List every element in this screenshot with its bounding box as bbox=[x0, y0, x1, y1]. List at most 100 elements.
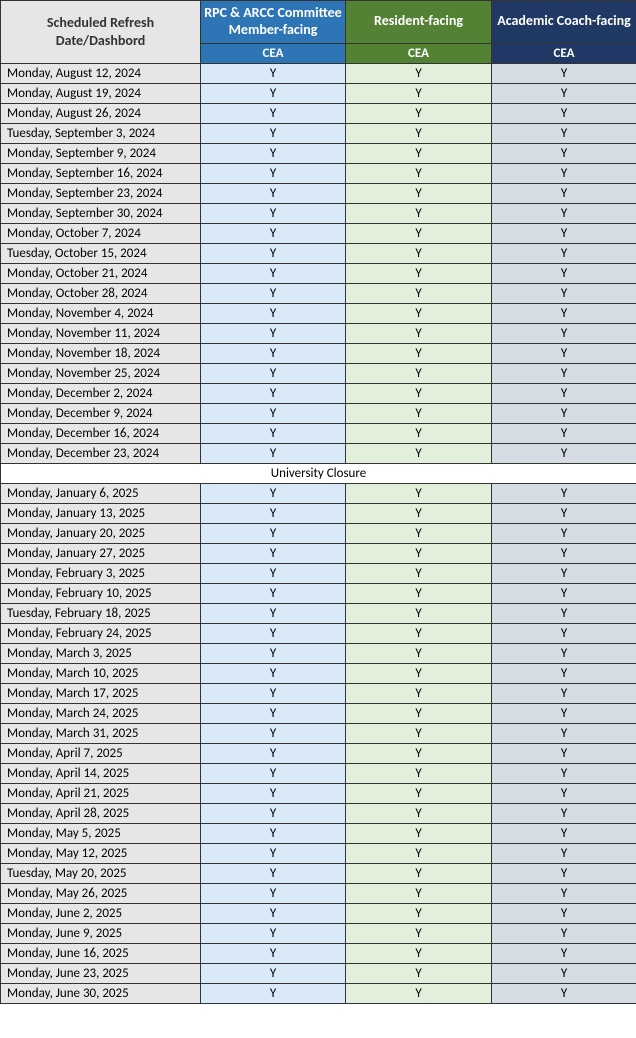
table-row: Monday, June 23, 2025YYY bbox=[1, 963, 636, 983]
value-cell: Y bbox=[492, 963, 636, 983]
value-cell: Y bbox=[492, 243, 636, 263]
value-cell: Y bbox=[346, 623, 492, 643]
value-cell: Y bbox=[346, 523, 492, 543]
table-row: Monday, January 6, 2025YYY bbox=[1, 483, 636, 503]
table-row: Monday, January 20, 2025YYY bbox=[1, 523, 636, 543]
value-cell: Y bbox=[201, 403, 346, 423]
value-cell: Y bbox=[346, 83, 492, 103]
date-cell: Tuesday, May 20, 2025 bbox=[1, 863, 201, 883]
value-cell: Y bbox=[346, 823, 492, 843]
value-cell: Y bbox=[201, 183, 346, 203]
date-cell: Monday, June 16, 2025 bbox=[1, 943, 201, 963]
value-cell: Y bbox=[201, 743, 346, 763]
date-cell: Monday, December 16, 2024 bbox=[1, 423, 201, 443]
value-cell: Y bbox=[201, 203, 346, 223]
value-cell: Y bbox=[201, 923, 346, 943]
table-row: Monday, March 3, 2025YYY bbox=[1, 643, 636, 663]
value-cell: Y bbox=[346, 543, 492, 563]
date-cell: Monday, October 28, 2024 bbox=[1, 283, 201, 303]
value-cell: Y bbox=[346, 583, 492, 603]
date-cell: Tuesday, October 15, 2024 bbox=[1, 243, 201, 263]
date-cell: Monday, May 12, 2025 bbox=[1, 843, 201, 863]
table-row: Monday, June 16, 2025YYY bbox=[1, 943, 636, 963]
value-cell: Y bbox=[346, 703, 492, 723]
value-cell: Y bbox=[201, 883, 346, 903]
value-cell: Y bbox=[492, 383, 636, 403]
value-cell: Y bbox=[201, 63, 346, 83]
date-cell: Monday, May 26, 2025 bbox=[1, 883, 201, 903]
date-cell: Monday, September 9, 2024 bbox=[1, 143, 201, 163]
value-cell: Y bbox=[492, 283, 636, 303]
value-cell: Y bbox=[201, 903, 346, 923]
date-cell: Monday, April 7, 2025 bbox=[1, 743, 201, 763]
date-cell: Monday, August 19, 2024 bbox=[1, 83, 201, 103]
value-cell: Y bbox=[346, 203, 492, 223]
value-cell: Y bbox=[492, 63, 636, 83]
date-cell: Monday, March 24, 2025 bbox=[1, 703, 201, 723]
date-cell: Monday, March 17, 2025 bbox=[1, 683, 201, 703]
value-cell: Y bbox=[201, 703, 346, 723]
table-row: Monday, September 16, 2024YYY bbox=[1, 163, 636, 183]
subheader-cea-3: CEA bbox=[492, 43, 636, 63]
value-cell: Y bbox=[201, 423, 346, 443]
value-cell: Y bbox=[201, 363, 346, 383]
value-cell: Y bbox=[346, 403, 492, 423]
refresh-schedule-table: Scheduled Refresh Date/Dashbord RPC & AR… bbox=[0, 0, 636, 1004]
value-cell: Y bbox=[346, 643, 492, 663]
value-cell: Y bbox=[201, 863, 346, 883]
date-cell: Monday, September 23, 2024 bbox=[1, 183, 201, 203]
value-cell: Y bbox=[346, 943, 492, 963]
value-cell: Y bbox=[492, 203, 636, 223]
table-row: Monday, January 27, 2025YYY bbox=[1, 543, 636, 563]
table-row: Monday, February 24, 2025YYY bbox=[1, 623, 636, 643]
value-cell: Y bbox=[346, 223, 492, 243]
value-cell: Y bbox=[346, 783, 492, 803]
value-cell: Y bbox=[346, 103, 492, 123]
value-cell: Y bbox=[346, 423, 492, 443]
date-cell: Monday, December 2, 2024 bbox=[1, 383, 201, 403]
value-cell: Y bbox=[492, 483, 636, 503]
value-cell: Y bbox=[492, 603, 636, 623]
date-cell: Monday, November 11, 2024 bbox=[1, 323, 201, 343]
value-cell: Y bbox=[492, 723, 636, 743]
value-cell: Y bbox=[492, 703, 636, 723]
table-row: Monday, August 19, 2024YYY bbox=[1, 83, 636, 103]
value-cell: Y bbox=[492, 983, 636, 1003]
value-cell: Y bbox=[346, 303, 492, 323]
table-row: Monday, September 9, 2024YYY bbox=[1, 143, 636, 163]
value-cell: Y bbox=[492, 263, 636, 283]
value-cell: Y bbox=[346, 883, 492, 903]
value-cell: Y bbox=[346, 283, 492, 303]
value-cell: Y bbox=[201, 983, 346, 1003]
table-row: Tuesday, May 20, 2025YYY bbox=[1, 863, 636, 883]
value-cell: Y bbox=[201, 563, 346, 583]
value-cell: Y bbox=[346, 923, 492, 943]
closure-row: University Closure bbox=[1, 463, 636, 483]
value-cell: Y bbox=[346, 383, 492, 403]
table-row: Monday, September 30, 2024YYY bbox=[1, 203, 636, 223]
table-row: Monday, March 24, 2025YYY bbox=[1, 703, 636, 723]
value-cell: Y bbox=[201, 583, 346, 603]
value-cell: Y bbox=[492, 943, 636, 963]
value-cell: Y bbox=[492, 423, 636, 443]
table-row: Tuesday, October 15, 2024YYY bbox=[1, 243, 636, 263]
table-row: Monday, March 31, 2025YYY bbox=[1, 723, 636, 743]
value-cell: Y bbox=[201, 663, 346, 683]
table-row: Monday, April 28, 2025YYY bbox=[1, 803, 636, 823]
value-cell: Y bbox=[201, 523, 346, 543]
value-cell: Y bbox=[492, 903, 636, 923]
value-cell: Y bbox=[201, 943, 346, 963]
value-cell: Y bbox=[492, 343, 636, 363]
date-cell: Monday, June 2, 2025 bbox=[1, 903, 201, 923]
subheader-cea-2: CEA bbox=[346, 43, 492, 63]
table-row: Monday, April 7, 2025YYY bbox=[1, 743, 636, 763]
value-cell: Y bbox=[346, 443, 492, 463]
value-cell: Y bbox=[492, 743, 636, 763]
date-cell: Monday, January 13, 2025 bbox=[1, 503, 201, 523]
value-cell: Y bbox=[492, 843, 636, 863]
value-cell: Y bbox=[201, 303, 346, 323]
table-row: Monday, November 25, 2024YYY bbox=[1, 363, 636, 383]
table-row: Tuesday, September 3, 2024YYY bbox=[1, 123, 636, 143]
value-cell: Y bbox=[346, 163, 492, 183]
date-cell: Monday, November 18, 2024 bbox=[1, 343, 201, 363]
